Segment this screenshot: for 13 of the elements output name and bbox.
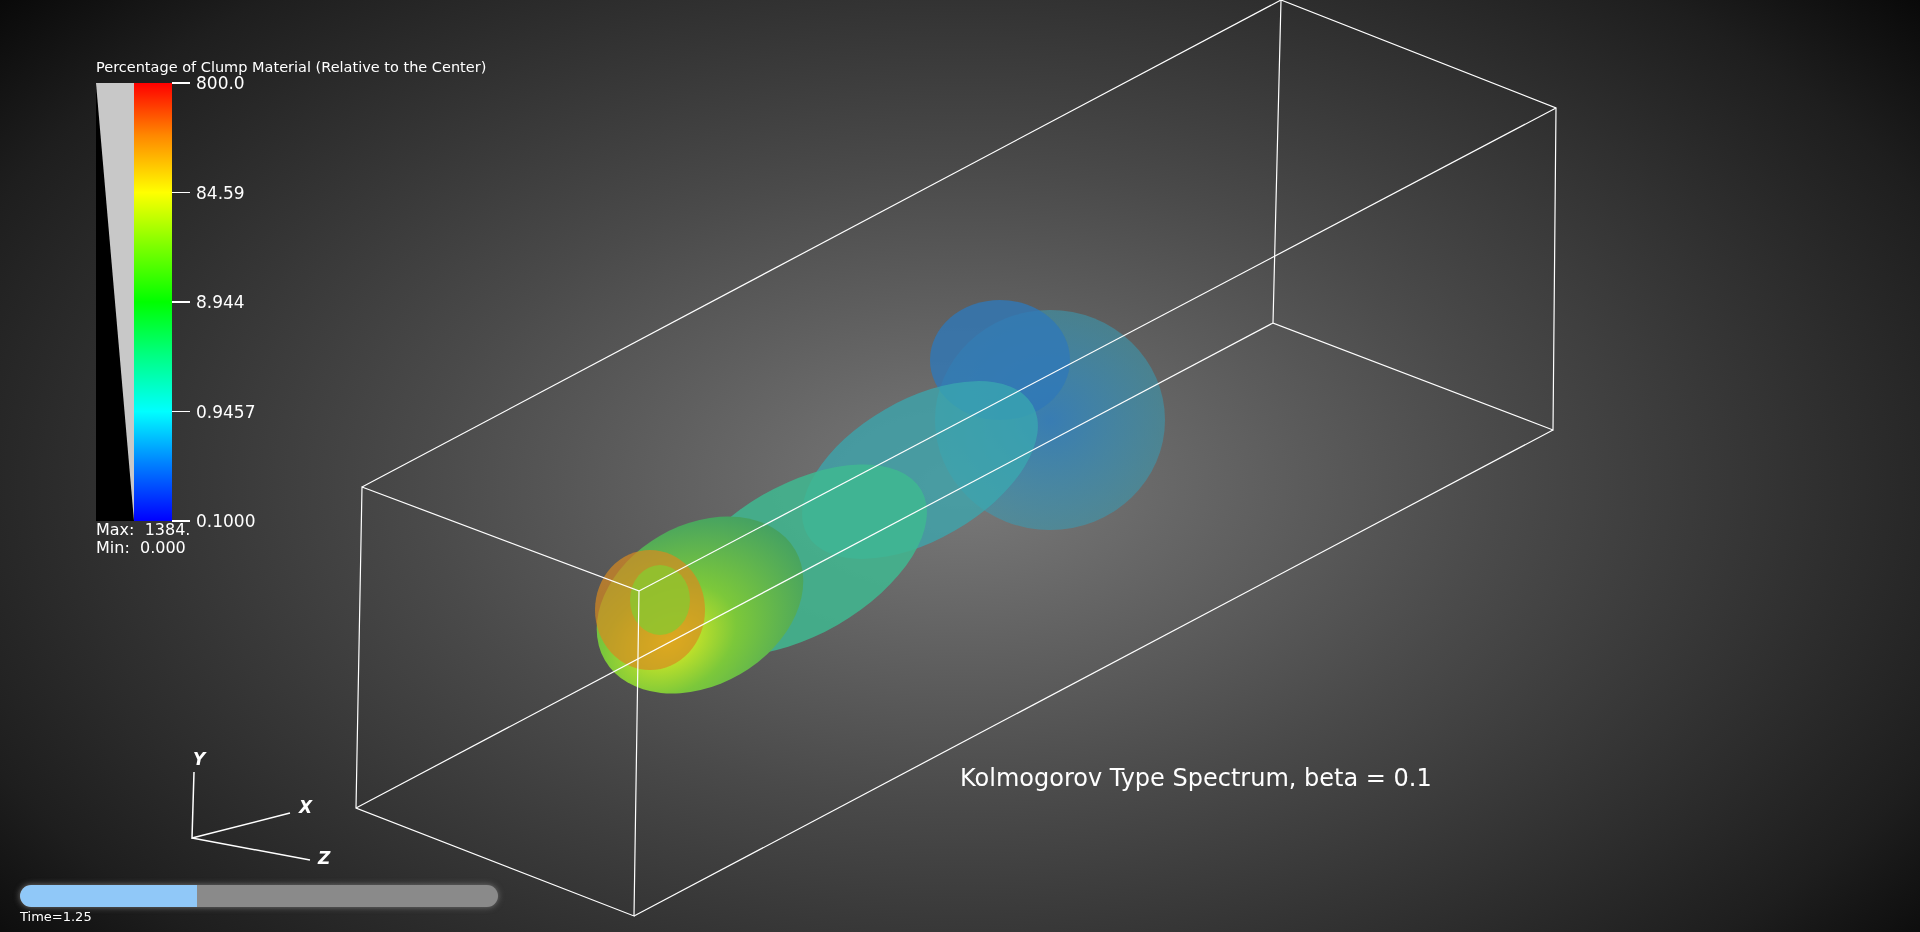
legend-title: Percentage of Clump Material (Relative to the Center)	[96, 59, 487, 75]
tick-label: 8.944	[196, 292, 245, 312]
tick-label: 84.59	[196, 182, 245, 203]
time-slider[interactable]	[20, 885, 498, 907]
x-axis-label: X	[299, 797, 313, 817]
z-axis-label: Z	[318, 848, 331, 868]
tick-label: 0.1000	[196, 511, 256, 531]
annotation-text: Kolmogorov Type Spectrum, beta = 0.1	[960, 764, 1432, 792]
y-axis-label: Y	[193, 749, 206, 769]
min-value: Min: 0.000	[96, 539, 187, 557]
tick-label: 0.9457	[196, 401, 256, 422]
max-value: Max: 1384.	[96, 521, 192, 539]
time-label: Time=1.25	[20, 909, 93, 924]
